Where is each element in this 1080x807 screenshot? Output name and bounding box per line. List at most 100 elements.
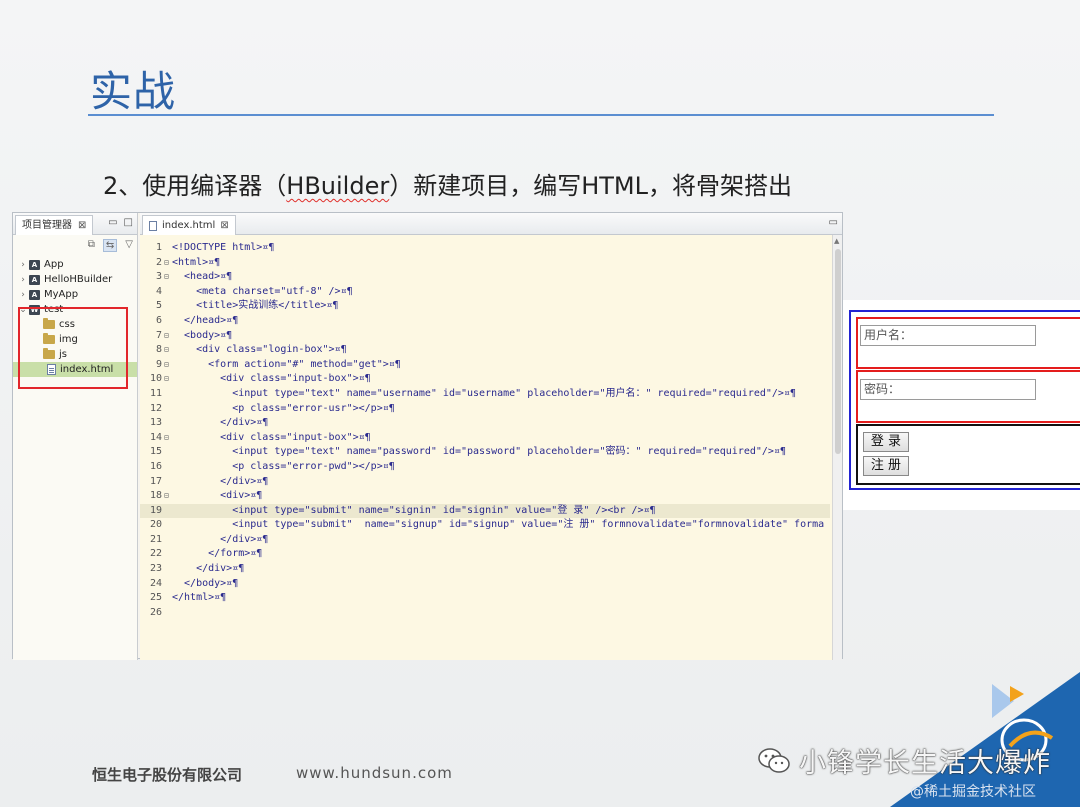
footer-url: www.hundsun.com: [296, 764, 453, 782]
code-line[interactable]: 1 <!DOCTYPE html>¤¶: [140, 241, 830, 256]
code-line[interactable]: 8 ⊟ <div class="login-box">¤¶: [140, 343, 830, 358]
password-input[interactable]: 密码：: [860, 379, 1036, 400]
fold-toggle-icon[interactable]: ⊟: [164, 358, 172, 373]
code-text: <input type="submit" name="signup" id="s…: [172, 519, 825, 531]
link-editor-icon[interactable]: ⇆: [102, 239, 118, 252]
tree-item-label: MyApp: [44, 289, 79, 300]
line-number: 1: [155, 242, 162, 253]
code-area[interactable]: 1 <!DOCTYPE html>¤¶ 2 ⊟ <html>¤¶ 3 ⊟ <head>¤¶ 4…: [140, 241, 830, 620]
fold-toggle-icon: [164, 606, 172, 621]
code-editor[interactable]: index.html ⊠ ▭ 1 <!DOCTYPE html>¤¶ 2 ⊟ <html…: [140, 213, 842, 660]
code-line[interactable]: 10 ⊟ <div class="input-box">¤¶: [140, 372, 830, 387]
explorer-tab[interactable]: 项目管理器 ⊠: [15, 215, 94, 235]
code-line[interactable]: 22 </form>¤¶: [140, 547, 830, 562]
minimize-icon[interactable]: ▭: [108, 217, 117, 228]
fold-toggle-icon[interactable]: ⊟: [164, 329, 172, 344]
fold-toggle-icon: [164, 547, 172, 562]
code-line[interactable]: 5 <title>实战训练</title>¤¶: [140, 299, 830, 314]
project-icon: A: [29, 274, 40, 285]
line-number: 3: [155, 271, 162, 283]
code-line[interactable]: 21 </div>¤¶: [140, 533, 830, 548]
code-line[interactable]: 11 <input type="text" name="username" id…: [140, 387, 830, 402]
fold-toggle-icon: [164, 285, 172, 300]
collapse-all-icon[interactable]: ⧉: [88, 239, 95, 252]
code-line[interactable]: 4 <meta charset="utf-8" />¤¶: [140, 285, 830, 300]
code-line[interactable]: 19 <input type="submit" name="signin" id…: [140, 503, 830, 519]
code-line[interactable]: 26: [140, 606, 830, 621]
close-icon[interactable]: ⊠: [220, 216, 228, 235]
fold-toggle-icon: [164, 591, 172, 606]
code-line[interactable]: 25 </html>¤¶: [140, 591, 830, 606]
view-menu-icon[interactable]: ▽: [125, 239, 133, 252]
code-line[interactable]: 15 <input type="text" name="password" id…: [140, 445, 830, 460]
code-text: </div>¤¶: [172, 417, 269, 429]
editor-tab-label: index.html: [162, 220, 216, 231]
line-number: 24: [149, 577, 162, 589]
minimize-icon[interactable]: ▭: [829, 217, 838, 228]
code-line[interactable]: 14 ⊟ <div class="input-box">¤¶: [140, 431, 830, 446]
chevron-right-icon[interactable]: ›: [17, 260, 29, 270]
vertical-scrollbar[interactable]: ▲: [832, 235, 842, 660]
code-line[interactable]: 18 ⊟ <div>¤¶: [140, 489, 830, 504]
code-line[interactable]: 17 </div>¤¶: [140, 475, 830, 490]
tree-item-myapp[interactable]: › A MyApp: [13, 287, 137, 302]
code-line[interactable]: 20 <input type="submit" name="signup" id…: [140, 518, 830, 533]
line-number: 11: [149, 387, 162, 399]
code-line[interactable]: 9 ⊟ <form action="#" method="get">¤¶: [140, 358, 830, 373]
fold-toggle-icon[interactable]: ⊟: [164, 270, 172, 285]
line-number: 19: [149, 504, 162, 516]
signin-button[interactable]: 登 录: [863, 432, 909, 452]
tree-item-app[interactable]: › A App: [13, 257, 137, 272]
slide-title: 实战: [90, 67, 177, 116]
title-rule: [88, 114, 994, 116]
maximize-icon[interactable]: □: [124, 217, 133, 228]
editor-tab-index-html[interactable]: index.html ⊠: [142, 215, 236, 235]
code-text: <input type="text" name="username" id="u…: [172, 387, 796, 399]
html-file-icon: [149, 220, 157, 231]
fold-toggle-icon: [164, 562, 172, 577]
wechat-icon: [758, 747, 790, 773]
code-line[interactable]: 23 </div>¤¶: [140, 562, 830, 577]
code-line[interactable]: 16 <p class="error-pwd"></p>¤¶: [140, 460, 830, 475]
code-text: <head>¤¶: [172, 271, 233, 283]
tree-item-label: App: [44, 259, 64, 270]
scroll-up-icon[interactable]: ▲: [834, 237, 839, 245]
signup-button[interactable]: 注 册: [863, 456, 909, 476]
line-number: 25: [149, 592, 162, 604]
line-number: 5: [155, 300, 162, 312]
code-line[interactable]: 12 <p class="error-usr"></p>¤¶: [140, 402, 830, 417]
line-number: 17: [149, 475, 162, 487]
line-number: 23: [149, 563, 162, 575]
fold-toggle-icon[interactable]: ⊟: [164, 431, 172, 446]
line-number: 21: [149, 533, 162, 545]
fold-toggle-icon: [164, 299, 172, 314]
code-text: </html>¤¶: [172, 592, 227, 604]
fold-toggle-icon[interactable]: ⊟: [164, 256, 172, 271]
code-text: <form action="#" method="get">¤¶: [172, 358, 401, 370]
code-text: <p class="error-usr"></p>¤¶: [172, 402, 395, 414]
fold-toggle-icon[interactable]: ⊟: [164, 343, 172, 358]
scrollbar-thumb[interactable]: [835, 249, 841, 454]
project-explorer: 项目管理器 ⊠ ▭ □ ⧉ ⇆ ▽ › A App › A HelloHBuilder › A…: [13, 213, 138, 660]
code-line[interactable]: 3 ⊟ <head>¤¶: [140, 270, 830, 285]
tree-item-hellohbuilder[interactable]: › A HelloHBuilder: [13, 272, 137, 287]
fold-toggle-icon: [164, 402, 172, 417]
code-text: <div>¤¶: [172, 490, 263, 502]
code-line[interactable]: 2 ⊟ <html>¤¶: [140, 256, 830, 271]
fold-toggle-icon[interactable]: ⊟: [164, 489, 172, 504]
line-number: 2: [155, 256, 162, 268]
code-line[interactable]: 6 </head>¤¶: [140, 314, 830, 329]
code-line[interactable]: 24 </body>¤¶: [140, 577, 830, 592]
close-icon[interactable]: ⊠: [78, 216, 86, 235]
fold-toggle-icon: [164, 387, 172, 402]
code-line[interactable]: 13 </div>¤¶: [140, 416, 830, 431]
username-input[interactable]: 用户名：: [860, 325, 1036, 346]
chevron-right-icon[interactable]: ›: [17, 290, 29, 300]
step-text: 2、使用编译器（HBuilder）新建项目，编写HTML，将骨架搭出: [103, 166, 792, 201]
code-text: <input type="text" name="password" id="p…: [172, 446, 786, 458]
fold-toggle-icon[interactable]: ⊟: [164, 372, 172, 387]
code-text: </head>¤¶: [172, 314, 239, 326]
explorer-tabbar: 项目管理器 ⊠ ▭ □: [13, 213, 137, 235]
code-line[interactable]: 7 ⊟ <body>¤¶: [140, 329, 830, 344]
chevron-right-icon[interactable]: ›: [17, 275, 29, 285]
